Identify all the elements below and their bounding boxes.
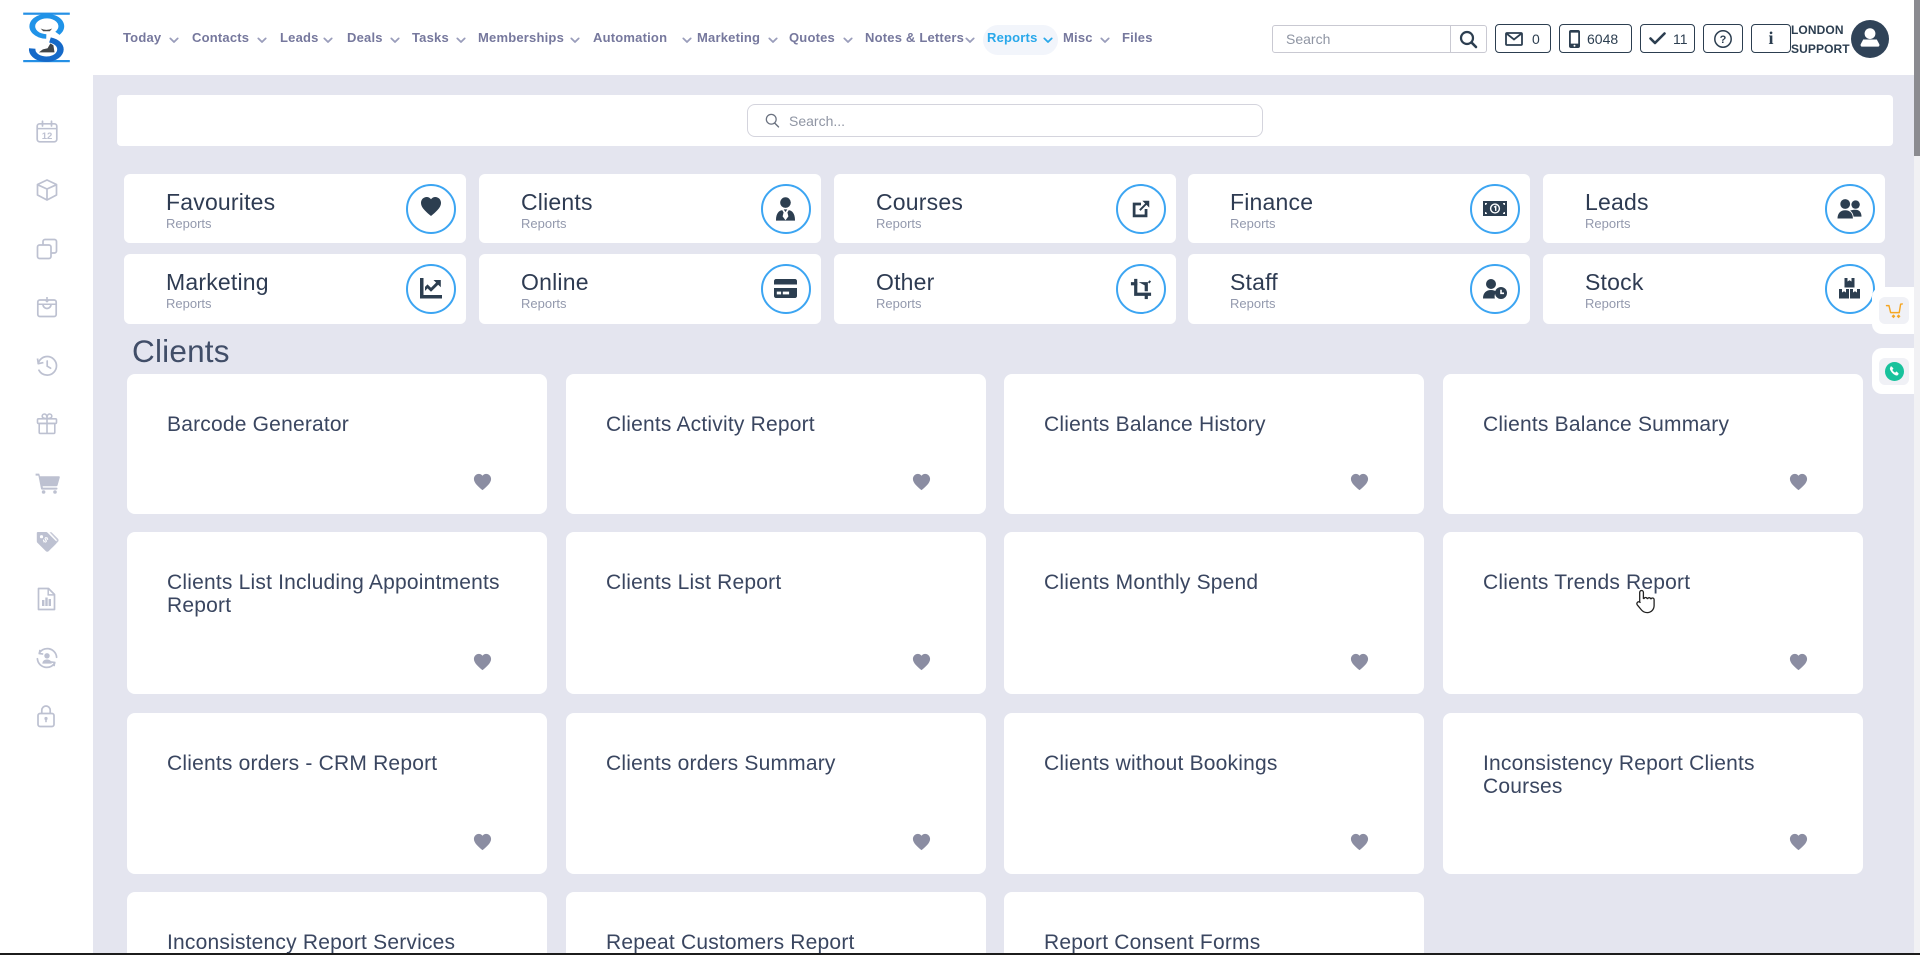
svg-text:12: 12	[42, 131, 53, 142]
svg-text:?: ?	[1720, 34, 1727, 46]
